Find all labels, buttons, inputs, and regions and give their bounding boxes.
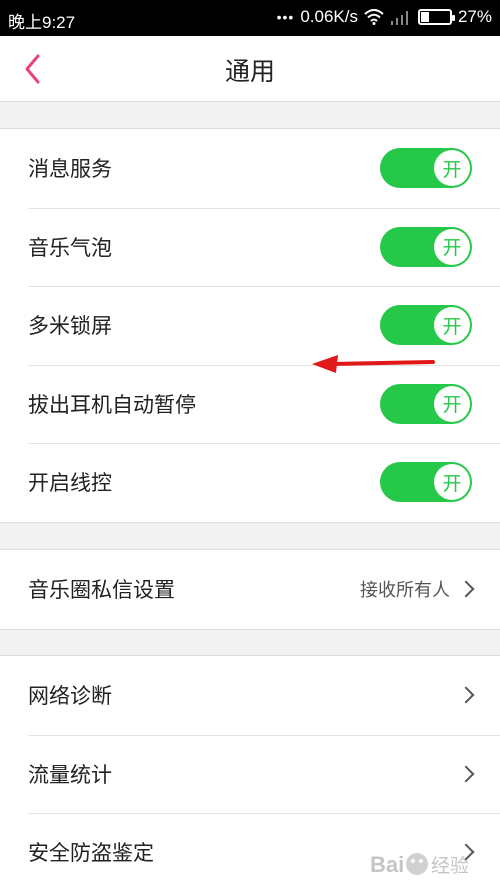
chevron-right-icon bbox=[457, 580, 475, 598]
setting-label: 拔出耳机自动暂停 bbox=[28, 392, 196, 417]
music-bubble-toggle[interactable]: 开 bbox=[380, 226, 472, 267]
setting-label: 音乐圈私信设置 bbox=[28, 578, 175, 603]
annotation-arrow-icon bbox=[312, 355, 435, 373]
battery-fill bbox=[420, 12, 429, 22]
setting-row-message-service: 消息服务 开 bbox=[0, 129, 500, 208]
status-dots: ••• bbox=[276, 9, 295, 25]
battery-icon bbox=[417, 9, 455, 25]
setting-row-headphone-pause: 拔出耳机自动暂停 开 bbox=[0, 364, 500, 444]
setting-label: 网络诊断 bbox=[28, 684, 112, 709]
status-time: 晚上9:27 bbox=[8, 13, 76, 32]
setting-label: 音乐气泡 bbox=[28, 235, 112, 260]
toggle-knob: 开 bbox=[434, 307, 470, 344]
toggle-knob: 开 bbox=[434, 150, 470, 187]
setting-row-network-diagnosis[interactable]: 网络诊断 bbox=[0, 656, 500, 735]
svg-text:经验: 经验 bbox=[431, 855, 469, 877]
battery-percent: 27% bbox=[457, 7, 492, 26]
setting-row-private-message[interactable]: 音乐圈私信设置 接收所有人 bbox=[0, 550, 500, 629]
setting-value: 接收所有人 bbox=[360, 580, 450, 602]
setting-label: 消息服务 bbox=[28, 157, 112, 182]
wifi-icon bbox=[364, 9, 384, 25]
lock-screen-toggle[interactable]: 开 bbox=[380, 305, 472, 346]
toggle-knob: 开 bbox=[434, 464, 470, 501]
wire-control-toggle[interactable]: 开 bbox=[380, 462, 472, 503]
setting-label: 安全防盗鉴定 bbox=[28, 841, 154, 866]
message-service-toggle[interactable]: 开 bbox=[380, 148, 472, 189]
setting-row-wire-control: 开启线控 开 bbox=[0, 443, 500, 522]
setting-row-music-bubble: 音乐气泡 开 bbox=[0, 207, 500, 287]
setting-label: 开启线控 bbox=[28, 471, 112, 496]
music-circle-group: 音乐圈私信设置 接收所有人 bbox=[0, 549, 500, 630]
setting-label: 多米锁屏 bbox=[28, 314, 112, 339]
chevron-right-icon bbox=[457, 686, 475, 704]
page-title: 通用 bbox=[224, 57, 275, 86]
headphone-pause-toggle[interactable]: 开 bbox=[380, 383, 472, 424]
signal-icon bbox=[390, 9, 412, 25]
status-bar: 晚上9:27 ••• 0.06K/s 27% bbox=[0, 0, 500, 36]
setting-label: 流量统计 bbox=[28, 762, 112, 787]
toggle-settings-group: 消息服务 开 音乐气泡 开 多米锁屏 开 拔出耳机自动暂停 开 开启线控 开 bbox=[0, 128, 500, 523]
header: 通用 bbox=[0, 36, 500, 102]
toggle-knob: 开 bbox=[434, 228, 470, 265]
toggle-knob: 开 bbox=[434, 385, 470, 422]
chevron-right-icon bbox=[457, 765, 475, 783]
setting-row-traffic-stats[interactable]: 流量统计 bbox=[0, 734, 500, 814]
network-speed: 0.06K/s bbox=[300, 7, 358, 26]
baidu-watermark-logo: Bai 经验 bbox=[370, 852, 469, 877]
svg-text:Bai: Bai bbox=[370, 852, 404, 877]
status-right: ••• 0.06K/s 27% bbox=[277, 7, 492, 27]
